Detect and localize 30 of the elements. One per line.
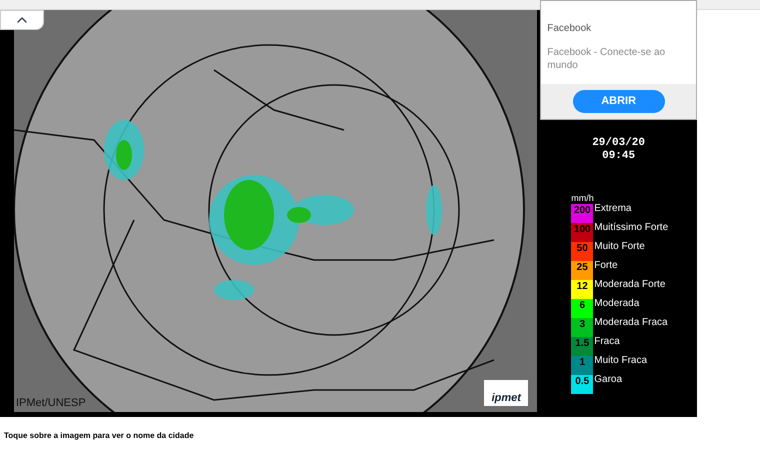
legend-label: Moderada Forte bbox=[594, 279, 666, 290]
legend-label: Moderada bbox=[594, 298, 640, 309]
scroll-up-button[interactable] bbox=[0, 10, 44, 30]
legend-swatch: 1.5 bbox=[571, 337, 594, 356]
legend-label: Garoa bbox=[594, 374, 622, 385]
legend-swatch: 6 bbox=[571, 299, 594, 318]
legend-label: Muito Forte bbox=[594, 241, 645, 252]
legend-swatch: 12 bbox=[571, 280, 594, 299]
unit-label: mm/h bbox=[571, 193, 595, 204]
legend-swatch: 25 bbox=[571, 261, 594, 280]
legend-swatch: 1 bbox=[571, 356, 594, 375]
ad-description: Facebook - Conecte-se ao mundo bbox=[547, 46, 666, 72]
legend-swatch: 50 bbox=[571, 242, 594, 261]
legend-swatch: 100 bbox=[571, 223, 594, 242]
credit-text: IPMet/UNESP bbox=[16, 396, 86, 410]
caption-text: Toque sobre a imagem para ver o nome da cidade bbox=[4, 430, 195, 442]
legend-label: Muitíssimo Forte bbox=[594, 222, 668, 233]
legend-label: Muito Fraca bbox=[594, 355, 648, 366]
logo-text: ipmet bbox=[492, 390, 521, 406]
radar-date: 29/03/20 bbox=[592, 137, 646, 150]
legend-label: Extrema bbox=[594, 203, 632, 214]
legend-swatch: 200 bbox=[571, 204, 594, 223]
radar-time: 09:45 bbox=[602, 150, 636, 163]
legend-label: Fraca bbox=[594, 336, 620, 347]
legend-swatch: 3 bbox=[571, 318, 594, 337]
ad-source: Facebook bbox=[547, 22, 592, 36]
legend-swatch: 0.5 bbox=[571, 375, 594, 394]
legend-label: Forte bbox=[594, 260, 618, 271]
legend-label: Moderada Fraca bbox=[594, 317, 668, 328]
open-button[interactable]: ABRIR bbox=[572, 90, 665, 113]
